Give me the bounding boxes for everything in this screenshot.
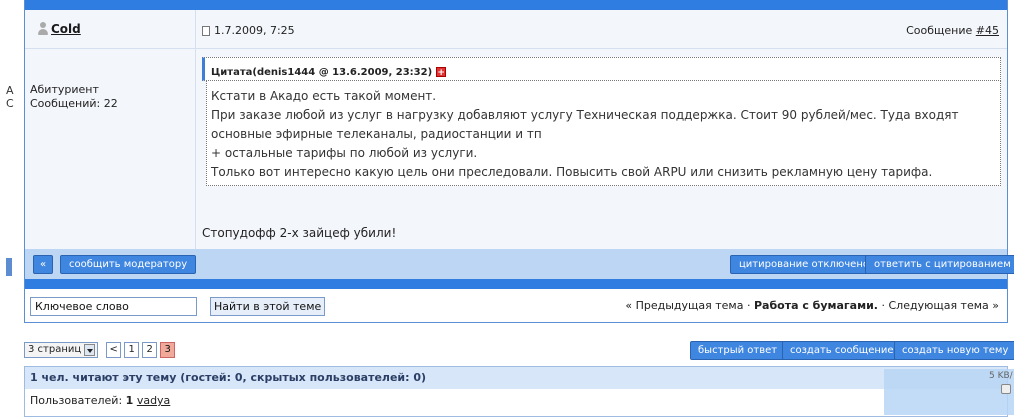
- post-number: Сообщение #45: [906, 24, 999, 37]
- post-footer: « сообщить модератору цитирование отключ…: [25, 249, 1014, 279]
- fast-reply-button[interactable]: быстрый ответ: [690, 341, 786, 360]
- page-link-2[interactable]: 2: [142, 342, 158, 358]
- author-name-link[interactable]: Cold: [51, 22, 81, 36]
- current-forum-title[interactable]: Работа с бумагами.: [754, 299, 878, 312]
- post-number-label: Сообщение: [906, 24, 973, 37]
- dropdown-arrow-icon[interactable]: [84, 344, 96, 356]
- nav-separator: ·: [877, 299, 889, 312]
- speaker-icon[interactable]: [1001, 384, 1011, 394]
- quote-line: Только вот интересно какую цель они прес…: [211, 165, 933, 179]
- post-number-link[interactable]: #45: [976, 24, 999, 37]
- post-body: Цитата(denis1444 @ 13.6.2009, 23:32) + К…: [196, 49, 1007, 249]
- clipped-char: С: [6, 97, 14, 110]
- quote-disabled-button[interactable]: цитирование отключено: [730, 255, 878, 274]
- reply-with-quote-button[interactable]: ответить с цитированием: [865, 255, 1014, 274]
- quote-line: + остальные тарифы по любой из услуги.: [211, 146, 478, 160]
- page-link-current[interactable]: 3: [160, 342, 176, 358]
- quote-line: основные эфирные телеканалы, радиостанци…: [211, 127, 542, 141]
- clipped-char: А: [6, 84, 14, 97]
- post-bottom-bar: [25, 279, 1007, 289]
- author: Cold: [37, 22, 81, 36]
- quote-line: При заказе любой из услуг в нагрузку доб…: [211, 108, 959, 122]
- forum-post: Cold 1.7.2009, 7:25 Сообщение #45 Абитур…: [24, 0, 1014, 323]
- users-count: 1: [125, 394, 134, 407]
- prev-topic-link[interactable]: « Предыдущая тема: [625, 299, 743, 312]
- next-topic-link[interactable]: Следующая тема »: [888, 299, 999, 312]
- pages-dropdown-label: 3 страниц: [28, 344, 82, 355]
- post-top-bar: [25, 0, 1007, 10]
- post-date: 1.7.2009, 7:25: [202, 24, 295, 37]
- topic-search-row: Найти в этой теме « Предыдущая тема · Ра…: [25, 289, 1007, 322]
- quote-header: Цитата(denis1444 @ 13.6.2009, 23:32) +: [202, 57, 1001, 81]
- topic-readers-panel: 1 чел. читают эту тему (гостей: 0, скрыт…: [24, 366, 1008, 417]
- users-label: Пользователей:: [30, 394, 123, 407]
- reader-user-link[interactable]: vadya: [137, 394, 170, 407]
- nav-separator: ·: [743, 299, 754, 312]
- user-rank: Абитуриент: [30, 83, 99, 96]
- topic-navigation: « Предыдущая тема · Работа с бумагами. ·…: [625, 299, 999, 312]
- readers-header: 1 чел. читают эту тему (гостей: 0, скрыт…: [25, 367, 1007, 389]
- network-speed-label: 5 KB/: [989, 371, 1013, 381]
- scroll-top-button[interactable]: «: [33, 255, 54, 274]
- document-icon: [202, 25, 210, 36]
- pages-dropdown[interactable]: 3 страниц: [24, 342, 99, 358]
- author-info-panel: Абитуриент Сообщений: 22: [25, 49, 196, 249]
- post-author-header: Cold: [25, 10, 196, 49]
- user-post-count: Сообщений: 22: [30, 97, 118, 110]
- quote-body: Кстати в Акадо есть такой момент. При за…: [206, 81, 1001, 186]
- quote-expand-icon[interactable]: +: [436, 67, 447, 78]
- clipped-bar: [6, 258, 12, 276]
- left-edge-fragment: А С: [0, 0, 24, 417]
- post-meta-header: 1.7.2009, 7:25 Сообщение #45: [196, 10, 1007, 49]
- quote-line: Кстати в Акадо есть такой момент.: [211, 89, 437, 103]
- user-offline-icon: [37, 22, 49, 36]
- quote-header-text: Цитата(denis1444 @ 13.6.2009, 23:32): [211, 66, 433, 78]
- create-topic-button[interactable]: создать новую тему: [894, 341, 1014, 360]
- author-info: Абитуриент Сообщений: 22: [30, 83, 118, 111]
- pagination: 3 страниц < 1 2 3: [24, 342, 176, 358]
- report-moderator-button[interactable]: сообщить модератору: [60, 255, 197, 274]
- search-in-topic-button[interactable]: Найти в этой теме: [210, 297, 326, 316]
- create-post-button[interactable]: создать сообщение: [782, 341, 902, 360]
- readers-list: Пользователей: 1 vadya: [25, 389, 1007, 407]
- post-date-text: 1.7.2009, 7:25: [214, 24, 295, 37]
- prev-page-button[interactable]: <: [106, 342, 122, 358]
- page-link-1[interactable]: 1: [124, 342, 140, 358]
- reply-text: Стопудофф 2-х зайцеф убили!: [202, 226, 397, 240]
- keyword-search-input[interactable]: [30, 297, 197, 316]
